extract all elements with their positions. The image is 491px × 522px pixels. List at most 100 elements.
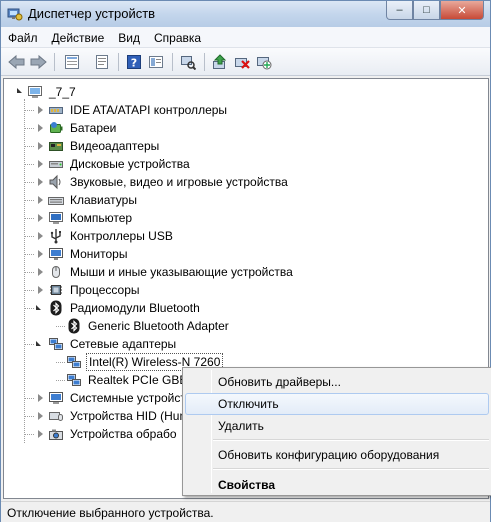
expand-arrow-icon[interactable] <box>38 268 43 276</box>
disk-drive-icon <box>48 156 64 172</box>
computer-icon <box>48 210 64 226</box>
tree-category-label: Мыши и иные указывающие устройства <box>70 265 293 279</box>
expand-arrow-icon[interactable] <box>38 214 43 222</box>
tree-category-2[interactable]: Батареи <box>36 119 118 137</box>
tree-category-12[interactable]: Радиомодули Bluetooth <box>36 299 202 317</box>
tree-category-label: Устройства HID (Hun <box>70 409 187 423</box>
uninstall-icon[interactable] <box>233 53 251 71</box>
tree-category-label: Сетевые адаптеры <box>70 337 177 351</box>
system-device-icon <box>48 390 64 406</box>
tree-root[interactable]: _7_7 <box>17 83 78 101</box>
device-manager-app-icon <box>7 6 23 22</box>
window-title: Диспетчер устройств <box>28 6 156 21</box>
battery-icon <box>48 120 64 136</box>
menu-action[interactable]: Действие <box>45 27 112 47</box>
tree-category-16[interactable]: Устройства обрабо <box>36 425 179 443</box>
tree-category-label: Клавиатуры <box>70 193 137 207</box>
processor-icon <box>48 282 64 298</box>
tree-connector <box>24 164 34 165</box>
context-scan-hardware[interactable]: Обновить конфигурацию оборудования <box>185 444 489 466</box>
expand-arrow-icon[interactable] <box>38 178 43 186</box>
context-menu: Обновить драйверы... Отключить Удалить О… <box>182 367 491 496</box>
tree-category-4[interactable]: Дисковые устройства <box>36 155 192 173</box>
tree-category-15[interactable]: Устройства HID (Hun <box>36 407 188 425</box>
properties-icon[interactable] <box>93 53 111 71</box>
network-adapter-icon <box>48 336 64 352</box>
hid-icon <box>48 408 64 424</box>
tree-category-label: Контроллеры USB <box>70 229 173 243</box>
expand-arrow-icon[interactable] <box>38 124 43 132</box>
usb-icon <box>48 228 64 244</box>
sound-icon <box>48 174 64 190</box>
forward-icon[interactable] <box>29 53 47 71</box>
expand-arrow-icon[interactable] <box>38 232 43 240</box>
tree-view-icon[interactable] <box>63 53 81 71</box>
tree-category-13[interactable]: Сетевые адаптеры <box>36 335 178 353</box>
tree-device-label: Generic Bluetooth Adapter <box>88 319 229 333</box>
collapse-arrow-icon[interactable] <box>17 88 22 93</box>
computer-root-icon <box>27 84 43 100</box>
scan-hardware-icon[interactable] <box>179 53 197 71</box>
menu-help[interactable]: Справка <box>147 27 208 47</box>
tree-category-10[interactable]: Мыши и иные указывающие устройства <box>36 263 295 281</box>
title-bar[interactable]: Диспетчер устройств – □ ✕ <box>1 1 490 27</box>
status-text: Отключение выбранного устройства. <box>7 506 214 520</box>
help-icon[interactable]: ? <box>125 53 143 71</box>
tree-category-label: Системные устройст <box>70 391 186 405</box>
expand-arrow-icon[interactable] <box>38 106 43 114</box>
tree-category-14[interactable]: Системные устройст <box>36 389 188 407</box>
tree-connector <box>56 326 65 327</box>
menu-file[interactable]: Файл <box>1 27 45 47</box>
tree-connector <box>24 344 34 345</box>
collapse-arrow-icon[interactable] <box>36 341 41 346</box>
tree-root-label: _7_7 <box>49 85 76 99</box>
close-button[interactable]: ✕ <box>440 1 484 20</box>
update-driver-icon[interactable] <box>211 53 229 71</box>
context-disable[interactable]: Отключить <box>185 393 489 415</box>
context-separator <box>213 439 489 441</box>
expand-arrow-icon[interactable] <box>38 142 43 150</box>
bluetooth-icon <box>48 300 64 316</box>
tree-category-1[interactable]: IDE ATA/ATAPI контроллеры <box>36 101 229 119</box>
menu-view[interactable]: Вид <box>111 27 147 47</box>
tree-category-7[interactable]: Компьютер <box>36 209 134 227</box>
tree-category-label: Батареи <box>70 121 117 135</box>
expand-arrow-icon[interactable] <box>38 430 43 438</box>
tree-category-9[interactable]: Мониторы <box>36 245 129 263</box>
expand-arrow-icon[interactable] <box>38 196 43 204</box>
context-uninstall[interactable]: Удалить <box>185 415 489 437</box>
tree-category-3[interactable]: Видеоадаптеры <box>36 137 161 155</box>
maximize-button[interactable]: □ <box>413 1 440 20</box>
network-device-icon <box>66 354 82 370</box>
tree-category-6[interactable]: Клавиатуры <box>36 191 139 209</box>
toolbar-separator <box>54 53 55 71</box>
context-update-drivers[interactable]: Обновить драйверы... <box>185 371 489 393</box>
tree-category-label: Звуковые, видео и игровые устройства <box>70 175 288 189</box>
menu-bar: Файл Действие Вид Справка <box>1 27 490 48</box>
tree-device-item[interactable]: Generic Bluetooth Adapter <box>66 317 231 335</box>
expand-arrow-icon[interactable] <box>38 394 43 402</box>
expand-arrow-icon[interactable] <box>38 160 43 168</box>
panel-icon[interactable] <box>147 53 165 71</box>
mouse-icon <box>48 264 64 280</box>
collapse-arrow-icon[interactable] <box>36 305 41 310</box>
tree-category-5[interactable]: Звуковые, видео и игровые устройства <box>36 173 290 191</box>
toolbar-separator <box>172 53 173 71</box>
tree-category-label: IDE ATA/ATAPI контроллеры <box>70 103 228 117</box>
expand-arrow-icon[interactable] <box>38 412 43 420</box>
tree-connector <box>24 146 34 147</box>
tree-category-8[interactable]: Контроллеры USB <box>36 227 175 245</box>
expand-arrow-icon[interactable] <box>38 286 43 294</box>
expand-arrow-icon[interactable] <box>38 250 43 258</box>
disable-icon[interactable] <box>255 53 273 71</box>
tree-category-11[interactable]: Процессоры <box>36 281 142 299</box>
display-adapter-icon <box>48 138 64 154</box>
imaging-icon <box>48 426 64 442</box>
back-icon[interactable] <box>8 53 26 71</box>
context-properties[interactable]: Свойства <box>185 474 489 496</box>
tree-device-item[interactable]: Realtek PCIe GBE F <box>66 371 200 389</box>
minimize-button[interactable]: – <box>386 1 413 20</box>
tree-category-label: Видеоадаптеры <box>70 139 160 153</box>
tree-connector <box>24 308 34 309</box>
tree-connector <box>24 398 34 399</box>
